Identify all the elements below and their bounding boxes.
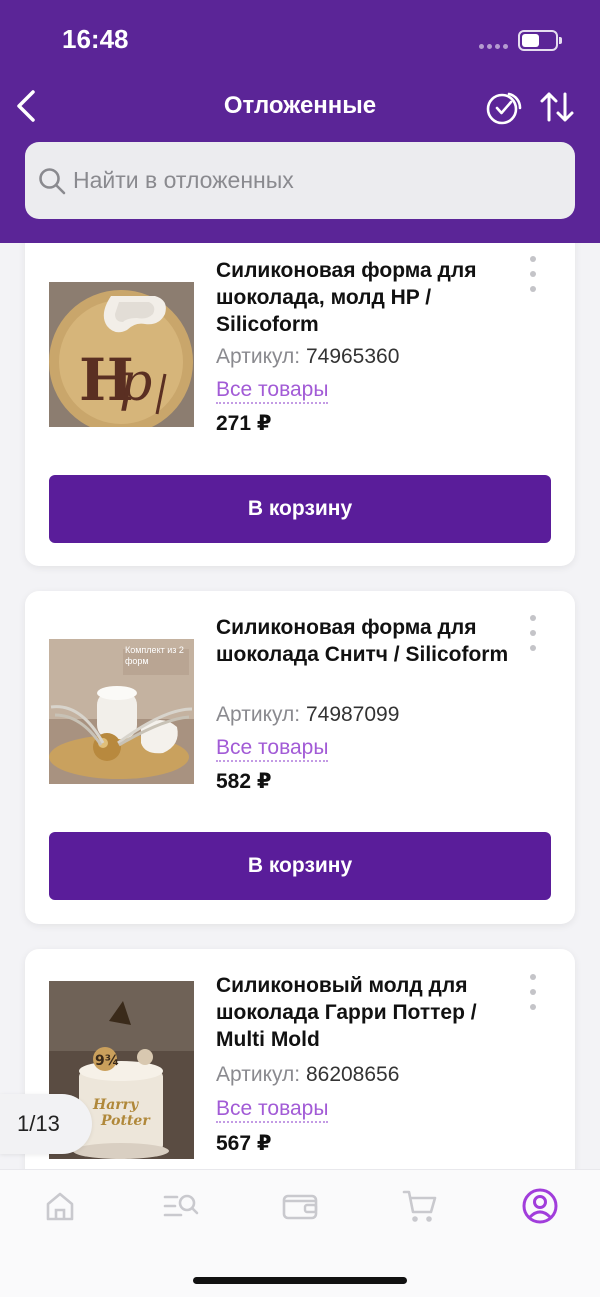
product-card: 9¾ Harry Potter Силиконовый молд для шок… (25, 949, 575, 1169)
signal-icon (479, 44, 509, 50)
product-card: Комплект из 2 форм Силиконовая форма для… (25, 591, 575, 924)
product-card: H p Силиконовая форма для шоколада, молд… (25, 243, 575, 566)
product-name[interactable]: Силиконовая форма для шоколада Снитч / S… (216, 614, 516, 668)
svg-text:Harry: Harry (92, 1097, 139, 1113)
product-price: 582 ₽ (216, 770, 272, 793)
all-products-link[interactable]: Все товары (216, 1097, 329, 1123)
article-number: 74965360 (305, 345, 400, 368)
double-check-circle-icon (486, 92, 522, 125)
product-name[interactable]: Силиконовый молд для шоколада Гарри Потт… (216, 972, 516, 1053)
product-image[interactable]: H p (49, 282, 194, 427)
profile-icon (522, 1188, 558, 1224)
favorites-list: H p Силиконовая форма для шоколада, молд… (0, 243, 600, 1169)
catalog-search-icon (163, 1194, 199, 1217)
app-header: 16:48 Отложенные (0, 0, 600, 243)
more-options-button[interactable] (525, 256, 541, 292)
product-price: 271 ₽ (216, 412, 272, 435)
status-time: 16:48 (62, 24, 129, 54)
select-mode-button[interactable] (485, 88, 523, 126)
home-icon (46, 1192, 74, 1221)
product-price: 567 ₽ (216, 1132, 272, 1155)
product-photo-hp: H p (49, 282, 194, 427)
wallet-icon (282, 1194, 318, 1220)
all-products-link[interactable]: Все товары (216, 378, 329, 404)
search-icon (39, 167, 66, 194)
tab-cart[interactable] (400, 1186, 440, 1226)
product-name[interactable]: Силиконовая форма для шоколада, молд HP … (216, 257, 516, 338)
product-article: Артикул: 86208656 (216, 1063, 399, 1087)
more-options-button[interactable] (525, 615, 541, 651)
bottom-tab-bar (0, 1169, 600, 1297)
sort-arrows-icon (540, 92, 574, 122)
more-options-button[interactable] (525, 974, 541, 1010)
product-image[interactable]: Комплект из 2 форм (49, 639, 194, 784)
tab-home[interactable] (40, 1186, 80, 1226)
battery-icon (518, 30, 562, 51)
article-label: Артикул: (216, 345, 301, 368)
svg-text:9¾: 9¾ (95, 1053, 119, 1069)
article-label: Артикул: (216, 703, 301, 726)
svg-text:p: p (119, 353, 152, 413)
svg-text:Potter: Potter (100, 1113, 151, 1129)
cart-icon (402, 1190, 437, 1222)
article-number: 74987099 (305, 703, 400, 726)
article-number: 86208656 (305, 1063, 400, 1086)
add-to-cart-button[interactable]: В корзину (49, 832, 551, 900)
image-caption: Комплект из 2 форм (125, 645, 184, 666)
add-to-cart-button[interactable]: В корзину (49, 475, 551, 543)
tab-wallet[interactable] (280, 1186, 320, 1226)
product-article: Артикул: 74987099 (216, 703, 399, 727)
search-bar[interactable] (25, 142, 575, 219)
all-products-link[interactable]: Все товары (216, 736, 329, 762)
page-counter: 1/13 (0, 1094, 92, 1154)
search-input[interactable] (73, 167, 553, 194)
home-indicator (193, 1277, 407, 1284)
article-label: Артикул: (216, 1063, 301, 1086)
sort-button[interactable] (538, 88, 576, 126)
product-article: Артикул: 74965360 (216, 345, 399, 369)
tab-profile[interactable] (520, 1186, 560, 1226)
tab-catalog[interactable] (160, 1186, 200, 1226)
